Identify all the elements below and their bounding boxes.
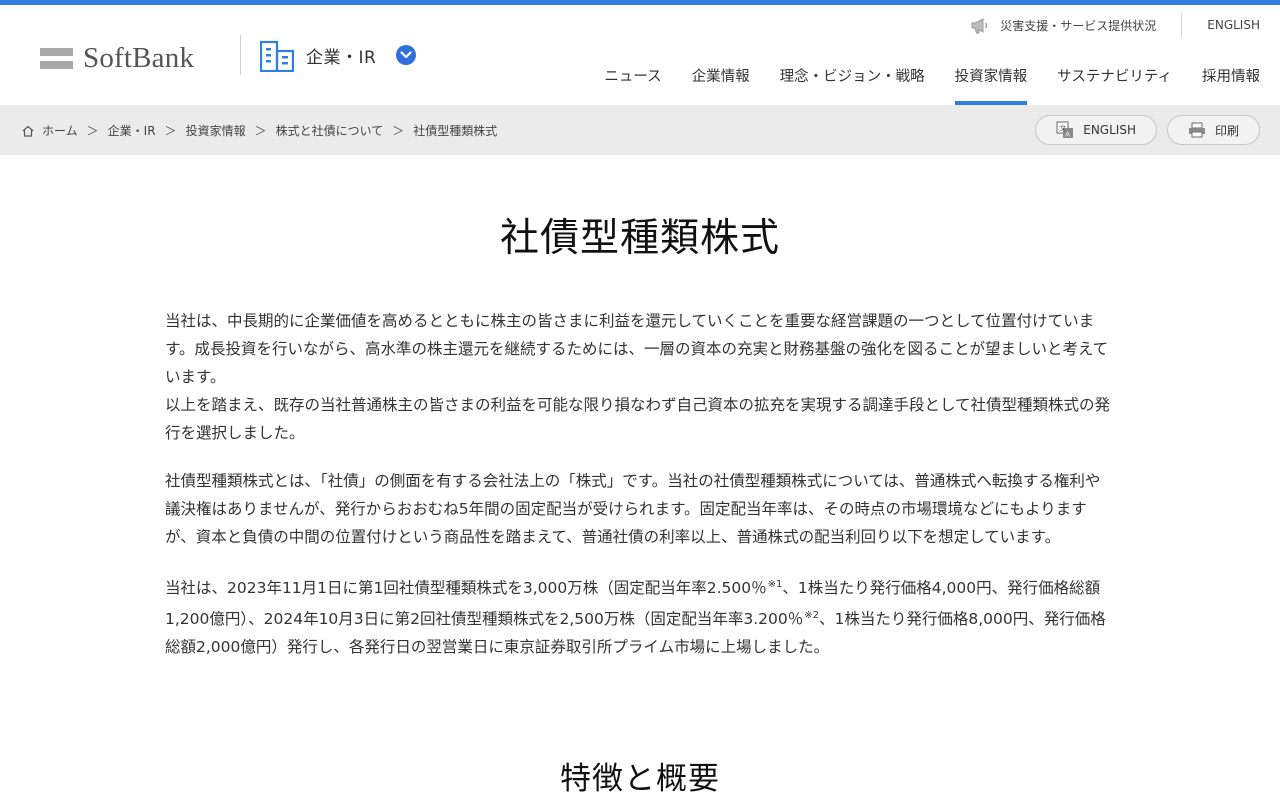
- translate-icon: 文 A: [1056, 121, 1074, 138]
- section-dropdown-button[interactable]: [396, 45, 417, 65]
- nav-item-investors[interactable]: 投資家情報: [954, 67, 1027, 105]
- softbank-logo[interactable]: SoftBank: [40, 42, 194, 75]
- home-icon: [22, 125, 34, 137]
- features-heading: 特徴と概要: [560, 761, 720, 797]
- breadcrumb-separator: ＞: [392, 124, 405, 138]
- nav-item-vision[interactable]: 理念・ビジョン・戦略: [780, 67, 925, 105]
- svg-text:A: A: [1066, 130, 1071, 138]
- print-label: 印刷: [1214, 123, 1239, 138]
- print-button[interactable]: 印刷: [1166, 115, 1260, 145]
- utility-bar: 災害支援・サービス提供状況 ENGLISH: [970, 10, 1260, 40]
- nav-item-news[interactable]: ニュース: [604, 67, 661, 105]
- issuance-text-a: 当社は、2023年11月1日に第1回社債型種類株式を3,000万株（固定配当年率…: [165, 579, 767, 597]
- breadcrumb-separator: ＞: [86, 124, 99, 138]
- breadcrumb-investors[interactable]: 投資家情報: [186, 122, 246, 139]
- section-switcher[interactable]: 企業・IR: [260, 38, 417, 72]
- footnote-ref-1: ※1: [767, 579, 783, 590]
- global-nav: ニュース 企業情報 理念・ビジョン・戦略 投資家情報 サステナビリティ 採用情報: [574, 67, 1260, 105]
- nav-item-corporate[interactable]: 企業情報: [692, 67, 750, 105]
- utility-separator: [1181, 13, 1183, 37]
- breadcrumb-separator: ＞: [254, 124, 267, 138]
- breadcrumb: ホーム ＞ 企業・IR ＞ 投資家情報 ＞ 株式と社債について ＞ 社債型種類株…: [22, 122, 497, 139]
- intro-text-1: 当社は、中長期的に企業価値を高めるとともに株主の皆さまに利益を還元していくことを…: [165, 312, 1109, 386]
- disaster-support-label: 災害支援・サービス提供状況: [1000, 18, 1157, 33]
- header-divider: [240, 35, 241, 75]
- chevron-down-icon: [400, 51, 412, 59]
- breadcrumb-current: 社債型種類株式: [413, 124, 498, 138]
- english-link[interactable]: ENGLISH: [1207, 18, 1260, 32]
- disaster-support-link[interactable]: 災害支援・サービス提供状況: [970, 17, 1156, 34]
- page-actions: 文 A ENGLISH 印刷: [1025, 115, 1260, 145]
- intro-text-2: 以上を踏まえ、既存の当社普通株主の皆さまの利益を可能な限り損なわず自己資本の拡充…: [165, 396, 1111, 442]
- logo-mark: [40, 48, 73, 69]
- breadcrumb-home[interactable]: ホーム: [42, 122, 78, 139]
- section-label: 企業・IR: [306, 47, 377, 68]
- english-page-button[interactable]: 文 A ENGLISH: [1035, 115, 1157, 145]
- english-page-label: ENGLISH: [1083, 123, 1136, 137]
- printer-icon: [1188, 122, 1205, 138]
- site-header: SoftBank 企業・IR 災害支援・サービス提供状況 ENGLISH ニュー…: [0, 5, 1280, 105]
- breadcrumb-bar: ホーム ＞ 企業・IR ＞ 投資家情報 ＞ 株式と社債について ＞ 社債型種類株…: [0, 105, 1280, 155]
- breadcrumb-stocks-bonds[interactable]: 株式と社債について: [276, 122, 384, 139]
- logo-text: SoftBank: [83, 42, 195, 74]
- nav-item-careers[interactable]: 採用情報: [1202, 67, 1260, 105]
- main-content: 社債型種類株式 当社は、中長期的に企業価値を高めるとともに株主の皆さまに利益を還…: [165, 155, 1115, 797]
- definition-paragraph: 社債型種類株式とは、「社債」の側面を有する会社法上の「株式」です。当社の社債型種…: [165, 472, 1101, 546]
- breadcrumb-separator: ＞: [164, 124, 177, 138]
- footnote-ref-2: ※2: [804, 610, 820, 621]
- nav-item-sustainability[interactable]: サステナビリティ: [1057, 67, 1172, 105]
- megaphone-icon: [971, 17, 988, 33]
- intro-paragraph: 当社は、中長期的に企業価値を高めるとともに株主の皆さまに利益を還元していくことを…: [165, 307, 1115, 447]
- breadcrumb-corporate-ir[interactable]: 企業・IR: [108, 122, 156, 139]
- issuance-paragraph: 当社は、2023年11月1日に第1回社債型種類株式を3,000万株（固定配当年率…: [165, 571, 1115, 661]
- building-icon: [260, 40, 294, 72]
- page-title: 社債型種類株式: [499, 216, 780, 261]
